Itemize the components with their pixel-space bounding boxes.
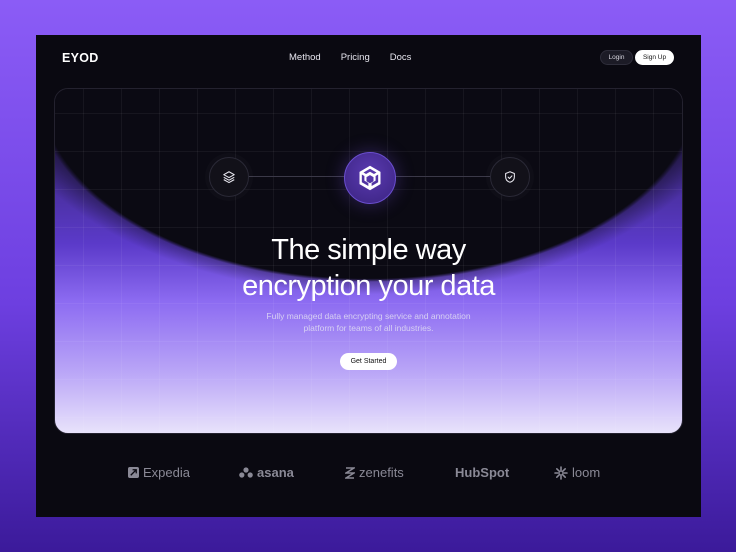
loom-icon [554, 465, 568, 480]
hero-subtitle: Fully managed data encrypting service an… [55, 310, 682, 334]
headline-line-2: encryption your data [242, 270, 495, 302]
partner-zenefits: zenefits [345, 465, 404, 480]
get-started-button[interactable]: Get Started [340, 353, 397, 370]
login-button[interactable]: Login [600, 50, 633, 65]
headline-line-1: The simple way [271, 234, 466, 266]
hero-card: The simple way encryption your data Full… [54, 88, 683, 434]
partner-hubspot: HubSpot [455, 465, 509, 480]
nav-links: Method Pricing Docs [289, 52, 411, 63]
partner-name: Expedia [143, 465, 190, 480]
layers-icon [223, 171, 235, 184]
signup-button[interactable]: Sign Up [635, 50, 674, 65]
layers-node [209, 157, 249, 197]
nav-link-docs[interactable]: Docs [390, 52, 412, 63]
hero-headline: The simple way encryption your data [55, 232, 682, 304]
partner-logos: Expedia asana zenefits HubSpot loom [36, 465, 701, 487]
unity-node [344, 152, 396, 204]
nav-link-pricing[interactable]: Pricing [341, 52, 370, 63]
partner-name: zenefits [359, 465, 404, 480]
expedia-icon [128, 467, 139, 478]
partner-name: HubSpot [455, 465, 510, 480]
subtitle-line-1: Fully managed data encrypting service an… [266, 311, 471, 321]
shield-node [490, 157, 530, 197]
partner-expedia: Expedia [128, 465, 190, 480]
partner-name: loom [572, 465, 601, 480]
browser-frame: EYOD Method Pricing Docs Login Sign Up T… [36, 35, 701, 517]
zenefits-icon [345, 466, 355, 480]
partner-name: asana [257, 465, 294, 480]
partner-asana: asana [239, 465, 294, 480]
partner-loom: loom [554, 465, 600, 480]
subtitle-line-2: platform for teams of all industries. [303, 323, 434, 333]
top-nav: EYOD Method Pricing Docs Login Sign Up [36, 35, 701, 81]
unity-cube-icon [359, 165, 381, 191]
asana-icon [239, 467, 253, 478]
brand-logo[interactable]: EYOD [62, 51, 99, 65]
shield-check-icon [505, 171, 515, 183]
nav-link-method[interactable]: Method [289, 52, 321, 63]
